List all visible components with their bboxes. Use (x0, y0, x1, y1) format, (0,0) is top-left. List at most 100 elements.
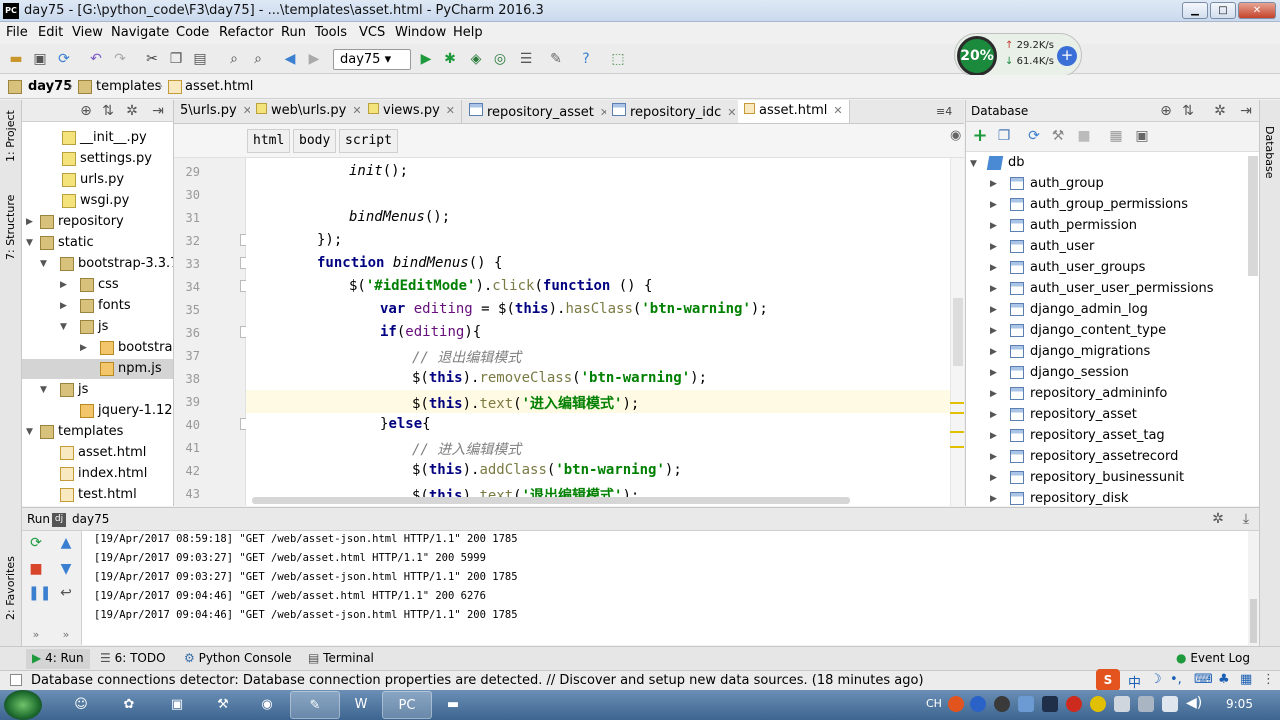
database-tool-tab[interactable]: Database (1263, 126, 1276, 179)
tree-folder[interactable]: templates (40, 422, 123, 442)
warning-marker[interactable] (950, 402, 964, 404)
table-editor-icon[interactable]: ▦ (1108, 128, 1124, 144)
tab-todo[interactable]: ☰ 6: TODO (100, 651, 166, 665)
db-table-item[interactable]: ▶ repository_asset (990, 404, 1137, 425)
soft-wrap-icon[interactable]: ↩ (58, 585, 74, 601)
tab-repository-idc[interactable]: repository_idc ✕ (606, 100, 744, 123)
taskbar-pycharm-icon[interactable]: PC (382, 691, 432, 719)
db-table-item[interactable]: ▶ repository_asset_tag (990, 425, 1165, 446)
tree-item[interactable]: asset.html (60, 443, 146, 463)
taskbar-app-icon[interactable]: ☺ (56, 691, 106, 719)
tray-icon[interactable] (1018, 696, 1034, 712)
tab-web-urls-py[interactable]: web\urls.py ✕ (250, 100, 369, 123)
menu-edit[interactable]: Edit (38, 25, 63, 40)
error-stripe[interactable] (950, 158, 964, 506)
gear-icon[interactable]: ✲ (1210, 511, 1226, 527)
taskbar-word-icon[interactable]: W (336, 691, 386, 719)
find-icon[interactable]: ⌕ (226, 51, 242, 67)
minimize-button[interactable]: ▁ (1182, 2, 1208, 19)
expand-arrow-icon[interactable]: ▶ (990, 384, 997, 405)
help-icon[interactable]: ? (578, 51, 594, 67)
tree-folder[interactable]: static (40, 233, 94, 253)
tree-item[interactable]: index.html (60, 464, 147, 484)
collapse-arrow-icon[interactable]: ▼ (26, 238, 33, 248)
warning-marker[interactable] (950, 412, 964, 414)
tray-icon[interactable] (1066, 696, 1082, 712)
debug-icon[interactable]: ✱ (442, 51, 458, 67)
expand-arrow-icon[interactable]: ▶ (990, 447, 997, 468)
collapse-arrow-icon[interactable]: ▼ (40, 259, 47, 269)
tag-script[interactable]: script (339, 129, 398, 153)
tree-folder[interactable]: js (60, 380, 88, 400)
cut-icon[interactable]: ✂ (144, 51, 160, 67)
tab-views-py[interactable]: views.py ✕ (362, 100, 463, 123)
db-table-item[interactable]: ▶ auth_permission (990, 215, 1137, 236)
menu-file[interactable]: File (6, 25, 28, 40)
collapse-icon[interactable]: ⇅ (100, 103, 116, 119)
collapse-arrow-icon[interactable]: ▼ (26, 427, 33, 437)
moon-icon[interactable]: ☽ (1150, 672, 1162, 687)
pause-icon[interactable]: ❚❚ (28, 585, 51, 601)
tree-folder[interactable]: css (80, 275, 119, 295)
db-table-item[interactable]: ▶ repository_disk (990, 488, 1128, 506)
close-tab-icon[interactable]: ✕ (727, 106, 736, 119)
db-table-item[interactable]: ▶ auth_user (990, 236, 1094, 257)
forward-icon[interactable]: ▶ (306, 51, 322, 67)
properties-icon[interactable]: ⚒ (1050, 128, 1066, 144)
menu-view[interactable]: View (72, 25, 103, 40)
copy-icon[interactable]: ❐ (168, 51, 184, 67)
rerun-icon[interactable]: ⟳ (28, 535, 44, 551)
preview-eye-icon[interactable]: ◉ (950, 128, 961, 143)
skin-icon[interactable]: ♣ (1218, 672, 1230, 687)
db-table-item[interactable]: ▶ django_session (990, 362, 1129, 383)
db-table-item[interactable]: ▶ auth_user_user_permissions (990, 278, 1214, 299)
locate-icon[interactable]: ⊕ (1158, 103, 1174, 119)
breadcrumb-templates[interactable]: templates (96, 79, 161, 94)
expand-arrow-icon[interactable]: ▶ (60, 280, 67, 290)
settings-icon[interactable]: ✎ (548, 51, 564, 67)
more-icon[interactable]: » (58, 627, 74, 643)
tray-icon[interactable] (1138, 696, 1154, 712)
paste-icon[interactable]: ▤ (192, 51, 208, 67)
keyboard-icon[interactable]: ⌨ (1194, 672, 1213, 687)
taskbar-app-icon[interactable]: ⚒ (198, 691, 248, 719)
close-button[interactable]: ✕ (1238, 2, 1276, 19)
expand-arrow-icon[interactable]: ▶ (990, 258, 997, 279)
database-root[interactable]: db (1008, 152, 1025, 173)
input-language[interactable]: CH (926, 697, 942, 710)
open-folder-icon[interactable]: ▬ (8, 51, 24, 67)
tab-repository-asset[interactable]: repository_asset ✕ (463, 100, 617, 123)
maximize-button[interactable]: □ (1210, 2, 1236, 19)
console-scrollbar[interactable] (1248, 531, 1259, 645)
build-icon[interactable]: ☰ (518, 51, 534, 67)
add-datasource-icon[interactable]: + (972, 127, 988, 145)
gear-icon[interactable]: ✲ (1212, 103, 1228, 119)
locate-icon[interactable]: ⊕ (78, 103, 94, 119)
replace-icon[interactable]: ⌕ (250, 51, 266, 67)
warning-marker[interactable] (950, 446, 964, 448)
expand-arrow-icon[interactable]: ▶ (80, 343, 87, 353)
breadcrumb-project[interactable]: day75 (28, 79, 72, 94)
expand-arrow-icon[interactable]: ▶ (990, 300, 997, 321)
tree-item[interactable]: bootstrap (100, 338, 173, 358)
expand-arrow-icon[interactable]: ▶ (990, 342, 997, 363)
db-table-item[interactable]: ▶ django_migrations (990, 341, 1150, 362)
tree-item[interactable]: settings.py (62, 149, 152, 169)
tab-event-log[interactable]: ● Event Log (1176, 651, 1250, 665)
collapse-arrow-icon[interactable]: ▼ (970, 159, 977, 169)
hide-icon[interactable]: ⇥ (150, 103, 166, 119)
expand-arrow-icon[interactable]: ▶ (60, 301, 67, 311)
punctuation-icon[interactable]: •, (1170, 672, 1182, 687)
db-table-item[interactable]: ▶ auth_group (990, 173, 1104, 194)
tab-run[interactable]: ▶ 4: Run (26, 649, 90, 669)
more-icon[interactable]: ⋮ (1262, 672, 1275, 687)
db-table-item[interactable]: ▶ repository_admininfo (990, 383, 1167, 404)
taskbar-app-icon[interactable]: ✿ (104, 691, 154, 719)
sogou-ime-icon[interactable]: S (1096, 669, 1120, 691)
menu-code[interactable]: Code (176, 25, 209, 40)
db-table-item[interactable]: ▶ auth_user_groups (990, 257, 1145, 278)
menu-run[interactable]: Run (281, 25, 306, 40)
menu-window[interactable]: Window (395, 25, 446, 40)
gear-icon[interactable]: ✲ (124, 103, 140, 119)
refresh-icon[interactable]: ⟳ (1026, 128, 1042, 144)
